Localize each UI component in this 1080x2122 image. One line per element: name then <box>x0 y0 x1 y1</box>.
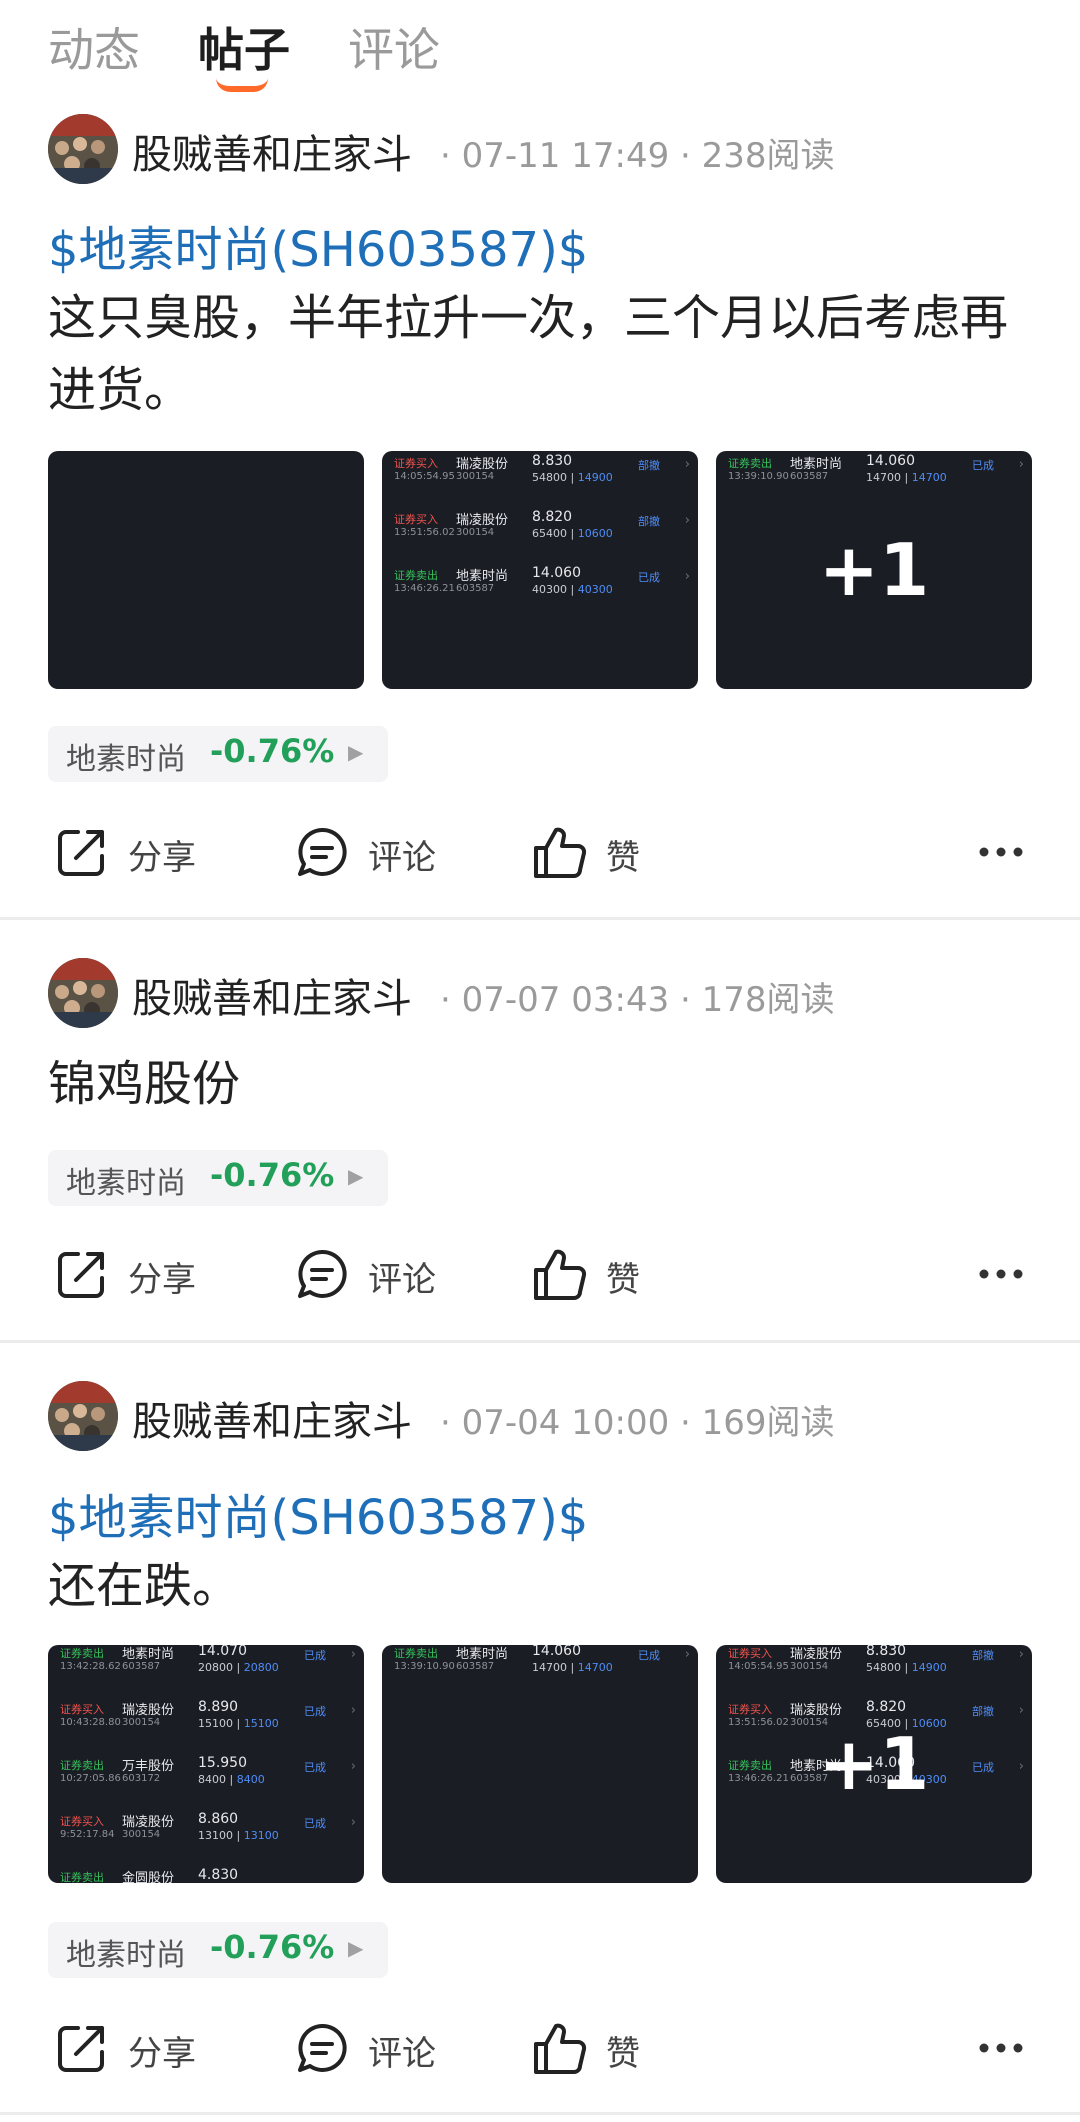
post-date: 07-11 17:49 <box>461 136 670 176</box>
chevron-right-icon: › <box>684 1647 690 1662</box>
stock-tag[interactable]: 地素时尚 -0.76% ▶ <box>48 1150 388 1206</box>
comment-icon <box>298 1249 347 1298</box>
comment-button[interactable]: 评论 <box>294 1246 454 1306</box>
trade-record: 证券卖出 13:39:10.90 地素时尚 603587 14.060 1470… <box>394 1645 690 1674</box>
share-button[interactable]: 分享 <box>54 1246 214 1306</box>
avatar[interactable] <box>48 958 118 1028</box>
post-date: 07-07 03:43 <box>461 980 670 1020</box>
comment-button[interactable]: 评论 <box>294 2020 454 2080</box>
thumbs-up-icon <box>534 2023 587 2074</box>
tab-bar: 动态 帖子 评论 <box>0 0 1080 100</box>
avatar[interactable] <box>48 114 118 184</box>
divider <box>0 917 1080 920</box>
trade-record: 证券买入 14:05:54.95 瑞凌股份 300154 8.830 54800… <box>394 453 690 484</box>
post-date: 07-04 10:00 <box>461 1403 670 1443</box>
post-text: 这只臭股，半年拉升一次，三个月以后考虑再进货。 <box>48 290 1009 418</box>
like-button[interactable]: 赞 <box>532 824 672 884</box>
share-icon <box>58 830 104 876</box>
post-text: 还在跌。 <box>48 1558 241 1614</box>
author-name[interactable]: 股贼善和庄家斗 <box>132 122 412 180</box>
comment-icon <box>298 2023 347 2072</box>
trade-record: 证券买入 13:51:56.02 瑞凌股份 300154 8.820 65400… <box>394 509 690 540</box>
share-icon <box>58 1252 104 1298</box>
stock-topic-link[interactable]: $地素时尚(SH603587)$ <box>48 1478 588 1548</box>
more-options-icon[interactable] <box>978 1264 1024 1284</box>
post-image[interactable]: 证券卖出 13:39:10.90 地素时尚 603587 14.060 1470… <box>382 1645 698 1883</box>
post-meta: · 07-11 17:49 · 238阅读 <box>440 136 835 176</box>
trade-record: 证券卖出 10:27:05.86 万丰股份 603172 15.950 8400… <box>60 1755 356 1786</box>
trade-record: 证券卖出 13:46:26.21 地素时尚 603587 14.060 4030… <box>394 565 690 596</box>
like-button[interactable]: 赞 <box>532 1246 672 1306</box>
more-images-count: +1 <box>818 1722 930 1806</box>
chevron-right-icon: › <box>350 1815 356 1830</box>
share-button[interactable]: 分享 <box>54 824 214 884</box>
like-button[interactable]: 赞 <box>532 2020 672 2080</box>
post-image[interactable] <box>48 451 364 689</box>
post-image[interactable]: 证券卖出 13:42:28.62 地素时尚 603587 14.070 2080… <box>48 1645 364 1883</box>
more-options-icon[interactable] <box>978 2038 1024 2058</box>
stock-tag[interactable]: 地素时尚 -0.76% ▶ <box>48 1922 388 1978</box>
chevron-right-icon: › <box>684 457 690 472</box>
share-icon <box>58 2026 104 2072</box>
play-arrow-icon: ▶ <box>348 740 364 764</box>
post-image[interactable]: 证券卖出 13:39:10.90 地素时尚 603587 14.060 1470… <box>716 451 1032 689</box>
play-arrow-icon: ▶ <box>348 1936 364 1960</box>
more-images-count: +1 <box>818 528 930 612</box>
tab-posts[interactable]: 帖子 <box>198 14 290 80</box>
active-tab-indicator <box>216 78 268 92</box>
chevron-right-icon: › <box>684 569 690 584</box>
read-count: 169阅读 <box>701 1403 835 1443</box>
stock-tag[interactable]: 地素时尚 -0.76% ▶ <box>48 726 388 782</box>
more-options-icon[interactable] <box>978 842 1024 862</box>
trade-record: 证券卖出 13:42:28.62 地素时尚 603587 14.070 2080… <box>60 1645 356 1674</box>
tab-comments[interactable]: 评论 <box>348 14 440 80</box>
stock-topic-link[interactable]: $地素时尚(SH603587)$ <box>48 210 588 280</box>
post-image[interactable]: 证券买入 14:05:54.95 瑞凌股份 300154 8.830 54800… <box>716 1645 1032 1883</box>
chevron-right-icon: › <box>350 1703 356 1718</box>
play-arrow-icon: ▶ <box>348 1164 364 1188</box>
trade-record: 证券卖出 金圆股份 4.830 <box>60 1867 239 1883</box>
avatar[interactable] <box>48 1381 118 1451</box>
chevron-right-icon: › <box>684 513 690 528</box>
thumbs-up-icon <box>534 827 587 878</box>
post-meta: · 07-07 03:43 · 178阅读 <box>440 980 835 1020</box>
thumbs-up-icon <box>534 1249 587 1300</box>
post-text: 锦鸡股份 <box>48 1056 241 1112</box>
author-name[interactable]: 股贼善和庄家斗 <box>132 1389 412 1447</box>
comment-icon <box>298 827 347 876</box>
author-name[interactable]: 股贼善和庄家斗 <box>132 966 412 1024</box>
read-count: 238阅读 <box>701 136 835 176</box>
read-count: 178阅读 <box>701 980 835 1020</box>
chevron-right-icon: › <box>350 1647 356 1662</box>
divider <box>0 1340 1080 1343</box>
trade-record: 证券买入 9:52:17.84 瑞凌股份 300154 8.860 13100 … <box>60 1811 356 1842</box>
share-button[interactable]: 分享 <box>54 2020 214 2080</box>
divider <box>0 2112 1080 2115</box>
post-meta: · 07-04 10:00 · 169阅读 <box>440 1403 835 1443</box>
trade-record: 证券买入 10:43:28.80 瑞凌股份 300154 8.890 15100… <box>60 1699 356 1730</box>
post-image[interactable]: 证券买入 14:05:54.95 瑞凌股份 300154 8.830 54800… <box>382 451 698 689</box>
tab-activity[interactable]: 动态 <box>48 14 140 80</box>
chevron-right-icon: › <box>350 1759 356 1774</box>
comment-button[interactable]: 评论 <box>294 824 454 884</box>
